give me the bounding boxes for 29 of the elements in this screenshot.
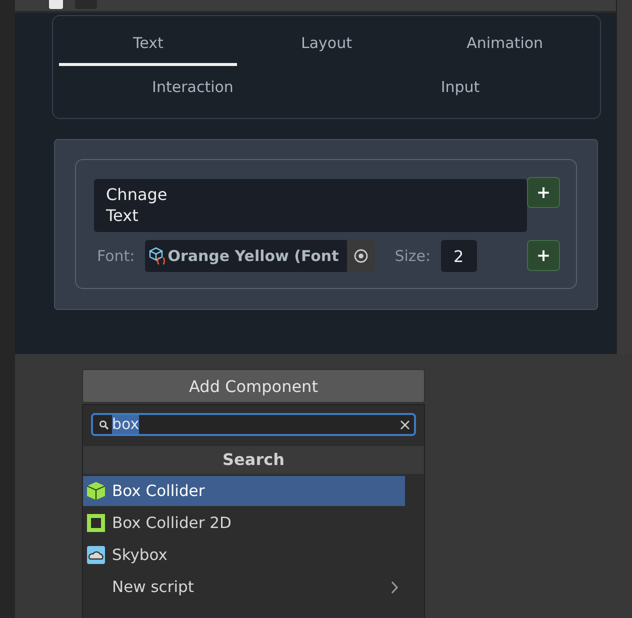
size-field[interactable]: 2 [440, 240, 477, 272]
add-component-button[interactable]: Add Component [82, 369, 425, 403]
search-icon [99, 420, 109, 430]
target-icon [354, 249, 368, 263]
tab[interactable]: Interaction [59, 66, 326, 110]
object-picker-button[interactable] [346, 240, 375, 272]
font-value: Orange Yellow (Font [168, 247, 340, 265]
tab[interactable]: Text [59, 22, 238, 66]
tab[interactable]: Animation [416, 22, 594, 66]
component-item[interactable]: Box Collider [83, 476, 405, 506]
component-item[interactable]: Box Collider 2D [83, 508, 405, 538]
square-icon [86, 513, 106, 533]
tab[interactable]: Input [326, 66, 594, 110]
size-label: Size: [394, 247, 431, 265]
chevron-right-icon [391, 580, 399, 594]
cloud-icon [86, 545, 106, 565]
add-button[interactable]: + [527, 177, 560, 208]
clear-icon[interactable] [400, 420, 410, 430]
component-item[interactable]: Skybox [83, 540, 405, 570]
component-item[interactable]: New script [83, 572, 405, 602]
font-asset-icon [148, 247, 165, 265]
font-label: Font: [97, 247, 135, 265]
tab[interactable]: Layout [237, 22, 416, 66]
text-input[interactable]: Chnage Text [94, 179, 527, 232]
add-button[interactable]: + [527, 240, 560, 271]
cube-icon [86, 481, 106, 501]
search-field[interactable]: box [91, 413, 416, 436]
section-header: Search [83, 446, 424, 474]
font-field[interactable]: Orange Yellow (Font [144, 240, 375, 272]
